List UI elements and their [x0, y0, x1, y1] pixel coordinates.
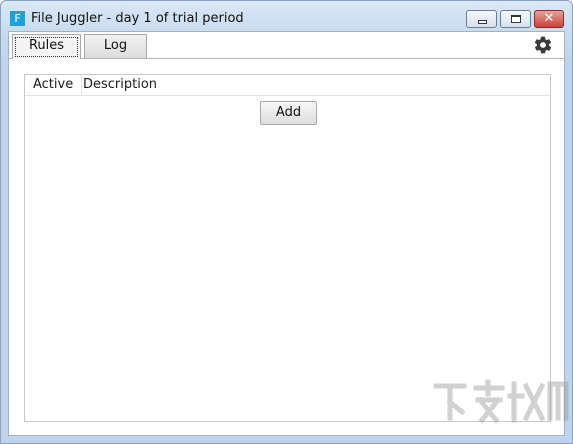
minimize-button[interactable] — [466, 10, 497, 28]
client-area: Rules Log Active Description Add — [8, 31, 565, 436]
tab-strip: Rules Log — [9, 32, 564, 59]
column-header-description[interactable]: Description — [82, 75, 157, 95]
column-header-active[interactable]: Active — [25, 75, 82, 95]
close-icon: ✕ — [543, 11, 555, 26]
table-header: Active Description — [25, 75, 550, 96]
tab-rules[interactable]: Rules — [12, 34, 81, 59]
tab-log-label: Log — [103, 38, 128, 53]
add-rule-button[interactable]: Add — [260, 101, 317, 125]
maximize-icon — [511, 15, 521, 23]
title-bar[interactable]: F File Juggler - day 1 of trial period ✕ — [1, 1, 572, 31]
app-icon[interactable]: F — [10, 11, 25, 26]
tab-log[interactable]: Log — [84, 34, 147, 58]
close-button[interactable]: ✕ — [534, 10, 564, 28]
window-title: File Juggler - day 1 of trial period — [31, 11, 244, 26]
minimize-icon — [478, 20, 487, 24]
maximize-button[interactable] — [500, 10, 531, 28]
focus-rectangle — [15, 37, 78, 57]
watermark-logo — [433, 379, 569, 424]
rules-table: Active Description Add — [24, 74, 551, 422]
gear-icon[interactable] — [533, 35, 553, 55]
